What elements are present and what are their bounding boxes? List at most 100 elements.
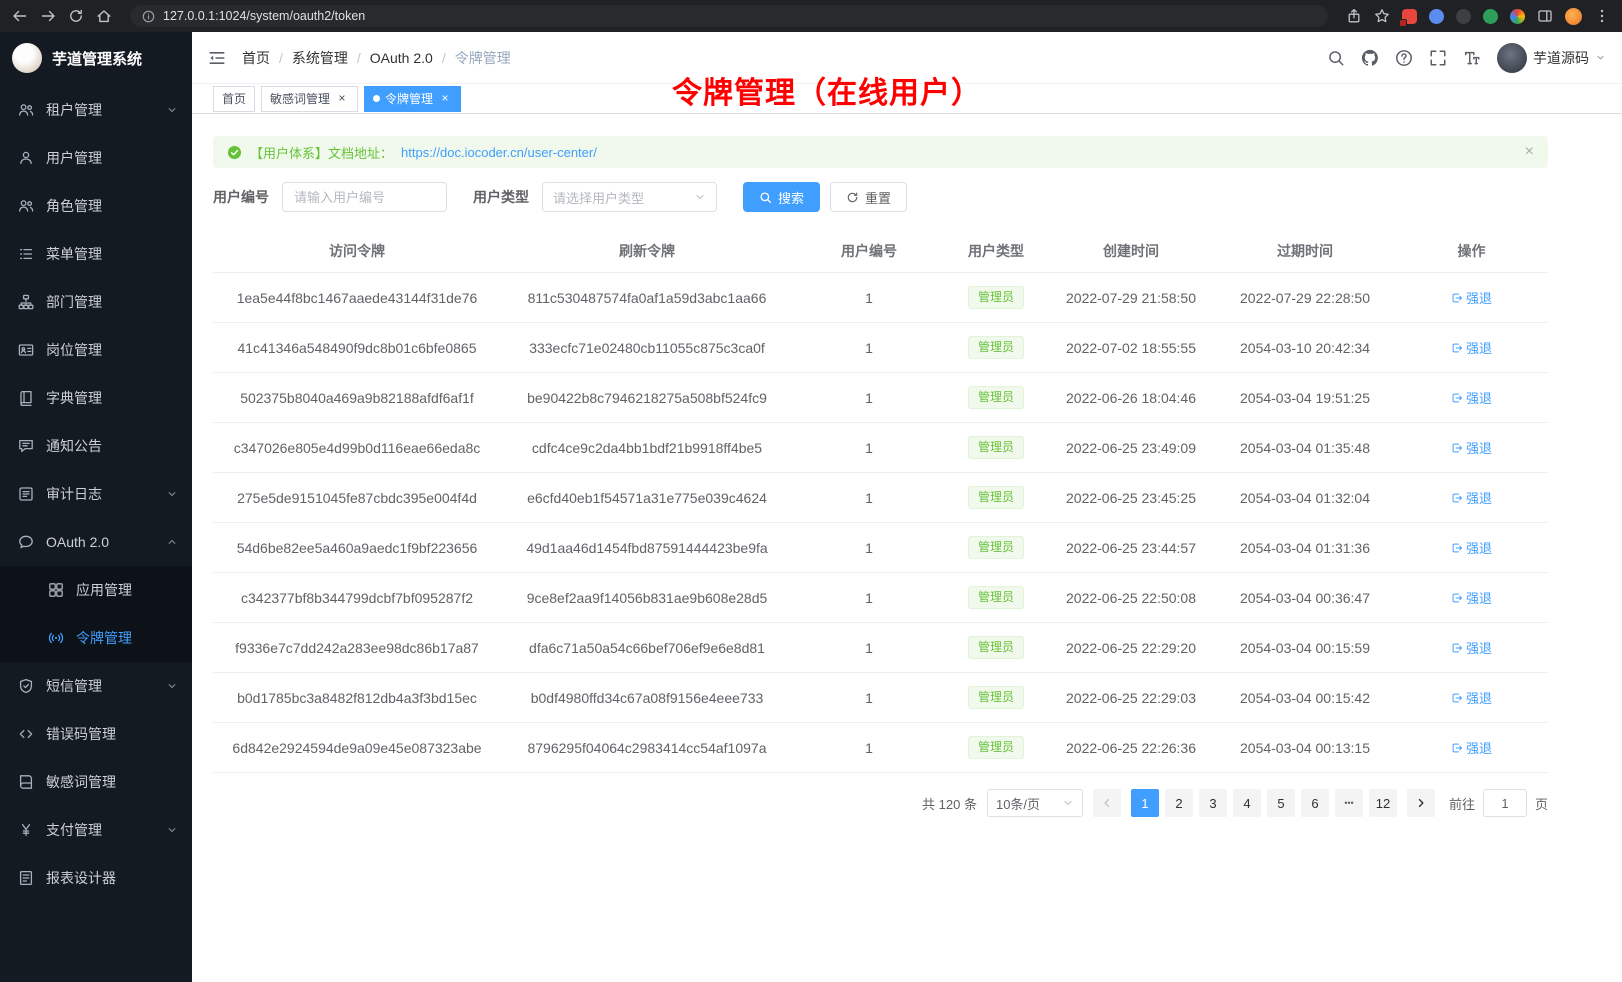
extension-dark[interactable] — [1456, 9, 1471, 24]
more-pages-button[interactable]: ••• — [1335, 789, 1363, 817]
next-page-button[interactable] — [1407, 789, 1435, 817]
reload-icon[interactable] — [68, 8, 84, 24]
bookmark-star-icon[interactable] — [1374, 8, 1390, 24]
close-icon[interactable]: × — [438, 92, 452, 106]
page-button[interactable]: 12 — [1369, 789, 1397, 817]
user-id-cell: 1 — [793, 673, 945, 723]
sidebar-item-dict[interactable]: 字典管理 — [0, 374, 192, 422]
force-logout-button[interactable]: 强退 — [1451, 488, 1492, 507]
extension-green[interactable] — [1483, 9, 1498, 24]
sidebar-item-sms[interactable]: 短信管理 — [0, 662, 192, 710]
sidebar-item-tenant[interactable]: 租户管理 — [0, 86, 192, 134]
logout-icon — [1451, 442, 1463, 454]
share-icon[interactable] — [1346, 8, 1362, 24]
help-icon[interactable] — [1395, 49, 1413, 67]
home-icon[interactable] — [96, 8, 112, 24]
refresh-token-cell: 333ecfc71e02480cb11055c875c3ca0f — [501, 323, 793, 373]
close-icon[interactable]: × — [1525, 144, 1534, 160]
user-type-select[interactable]: 请选择用户类型 — [542, 182, 717, 212]
tab-oauth2-token[interactable]: 令牌管理× — [364, 86, 461, 112]
force-logout-label: 强退 — [1466, 538, 1492, 557]
font-size-icon[interactable] — [1463, 49, 1481, 67]
sidebar-item-label: 错误码管理 — [46, 724, 116, 744]
profile-avatar-icon[interactable] — [1565, 8, 1582, 25]
page-button[interactable]: 1 — [1131, 789, 1159, 817]
sidebar-item-report-designer[interactable]: 报表设计器 — [0, 854, 192, 902]
action-cell: 强退 — [1395, 573, 1548, 623]
search-button[interactable]: 搜索 — [743, 182, 820, 212]
force-logout-button[interactable]: 强退 — [1451, 438, 1492, 457]
goto-label: 前往 — [1449, 794, 1475, 813]
sidebar-item-role[interactable]: 角色管理 — [0, 182, 192, 230]
user-id-cell: 1 — [793, 423, 945, 473]
github-icon[interactable] — [1361, 49, 1379, 67]
user-menu[interactable]: 芋道源码 — [1497, 43, 1606, 73]
logout-icon — [1451, 292, 1463, 304]
sidebar-item-oauth2[interactable]: OAuth 2.0 — [0, 518, 192, 566]
sidebar-item-post[interactable]: 岗位管理 — [0, 326, 192, 374]
page-button[interactable]: 5 — [1267, 789, 1295, 817]
back-icon[interactable] — [12, 8, 28, 24]
search-icon[interactable] — [1327, 49, 1345, 67]
sidebar-item-user[interactable]: 用户管理 — [0, 134, 192, 182]
extension-badge — [1399, 19, 1407, 27]
app-title: 芋道管理系统 — [52, 48, 142, 69]
user-id-cell: 1 — [793, 723, 945, 773]
sidebar-item-dept[interactable]: 部门管理 — [0, 278, 192, 326]
hamburger-icon[interactable] — [208, 49, 226, 67]
sidebar-item-oauth2-app[interactable]: 应用管理 — [0, 566, 192, 614]
force-logout-button[interactable]: 强退 — [1451, 688, 1492, 707]
page-button[interactable]: 6 — [1301, 789, 1329, 817]
breadcrumb-item[interactable]: 系统管理 — [292, 48, 348, 68]
forward-icon[interactable] — [40, 8, 56, 24]
extension-colorful[interactable] — [1510, 9, 1525, 24]
token-icon — [48, 630, 64, 646]
goto-page-input[interactable] — [1483, 789, 1527, 817]
app-logo[interactable]: 芋道管理系统 — [0, 32, 192, 84]
force-logout-button[interactable]: 强退 — [1451, 388, 1492, 407]
side-panel-icon[interactable] — [1537, 8, 1553, 24]
sidebar-item-sensitive-word[interactable]: 敏感词管理 — [0, 758, 192, 806]
page-button[interactable]: 2 — [1165, 789, 1193, 817]
breadcrumb-separator: / — [279, 50, 283, 66]
force-logout-button[interactable]: 强退 — [1451, 738, 1492, 757]
sidebar-item-label: 部门管理 — [46, 292, 102, 312]
expire-time-cell: 2022-07-29 22:28:50 — [1215, 273, 1395, 323]
page-button[interactable]: 4 — [1233, 789, 1261, 817]
info-icon[interactable] — [142, 10, 155, 23]
user-id-input[interactable] — [282, 182, 447, 212]
page-size-select[interactable]: 10条/页 — [987, 789, 1083, 817]
force-logout-label: 强退 — [1466, 738, 1492, 757]
force-logout-button[interactable]: 强退 — [1451, 588, 1492, 607]
sidebar-item-notice[interactable]: 通知公告 — [0, 422, 192, 470]
action-cell: 强退 — [1395, 323, 1548, 373]
tab-sensitive-word[interactable]: 敏感词管理× — [261, 86, 358, 112]
sidebar-item-audit-log[interactable]: 审计日志 — [0, 470, 192, 518]
doc-link[interactable]: https://doc.iocoder.cn/user-center/ — [401, 145, 597, 160]
url-bar[interactable]: 127.0.0.1:1024/system/oauth2/token — [130, 5, 1328, 27]
page-button[interactable]: 3 — [1199, 789, 1227, 817]
sidebar-item-oauth2-token[interactable]: 令牌管理 — [0, 614, 192, 662]
tab-home[interactable]: 首页 — [213, 86, 255, 112]
chevron-down-icon — [166, 824, 178, 836]
force-logout-button[interactable]: 强退 — [1451, 638, 1492, 657]
success-check-icon — [227, 145, 242, 160]
sidebar-item-error-code[interactable]: 错误码管理 — [0, 710, 192, 758]
breadcrumb-item[interactable]: OAuth 2.0 — [370, 50, 433, 66]
reset-button[interactable]: 重置 — [830, 182, 907, 212]
sidebar-item-label: 菜单管理 — [46, 244, 102, 264]
sidebar-item-menu[interactable]: 菜单管理 — [0, 230, 192, 278]
breadcrumb-item[interactable]: 首页 — [242, 48, 270, 68]
fullscreen-icon[interactable] — [1429, 49, 1447, 67]
submenu-oauth2: 应用管理令牌管理 — [0, 566, 192, 662]
force-logout-button[interactable]: 强退 — [1451, 288, 1492, 307]
force-logout-button[interactable]: 强退 — [1451, 538, 1492, 557]
kebab-menu-icon[interactable] — [1594, 8, 1610, 24]
close-icon[interactable]: × — [335, 92, 349, 106]
extension-red[interactable] — [1402, 9, 1417, 24]
sidebar-item-pay[interactable]: 支付管理 — [0, 806, 192, 854]
force-logout-button[interactable]: 强退 — [1451, 338, 1492, 357]
extension-blue[interactable] — [1429, 9, 1444, 24]
logout-icon — [1451, 492, 1463, 504]
prev-page-button[interactable] — [1093, 789, 1121, 817]
